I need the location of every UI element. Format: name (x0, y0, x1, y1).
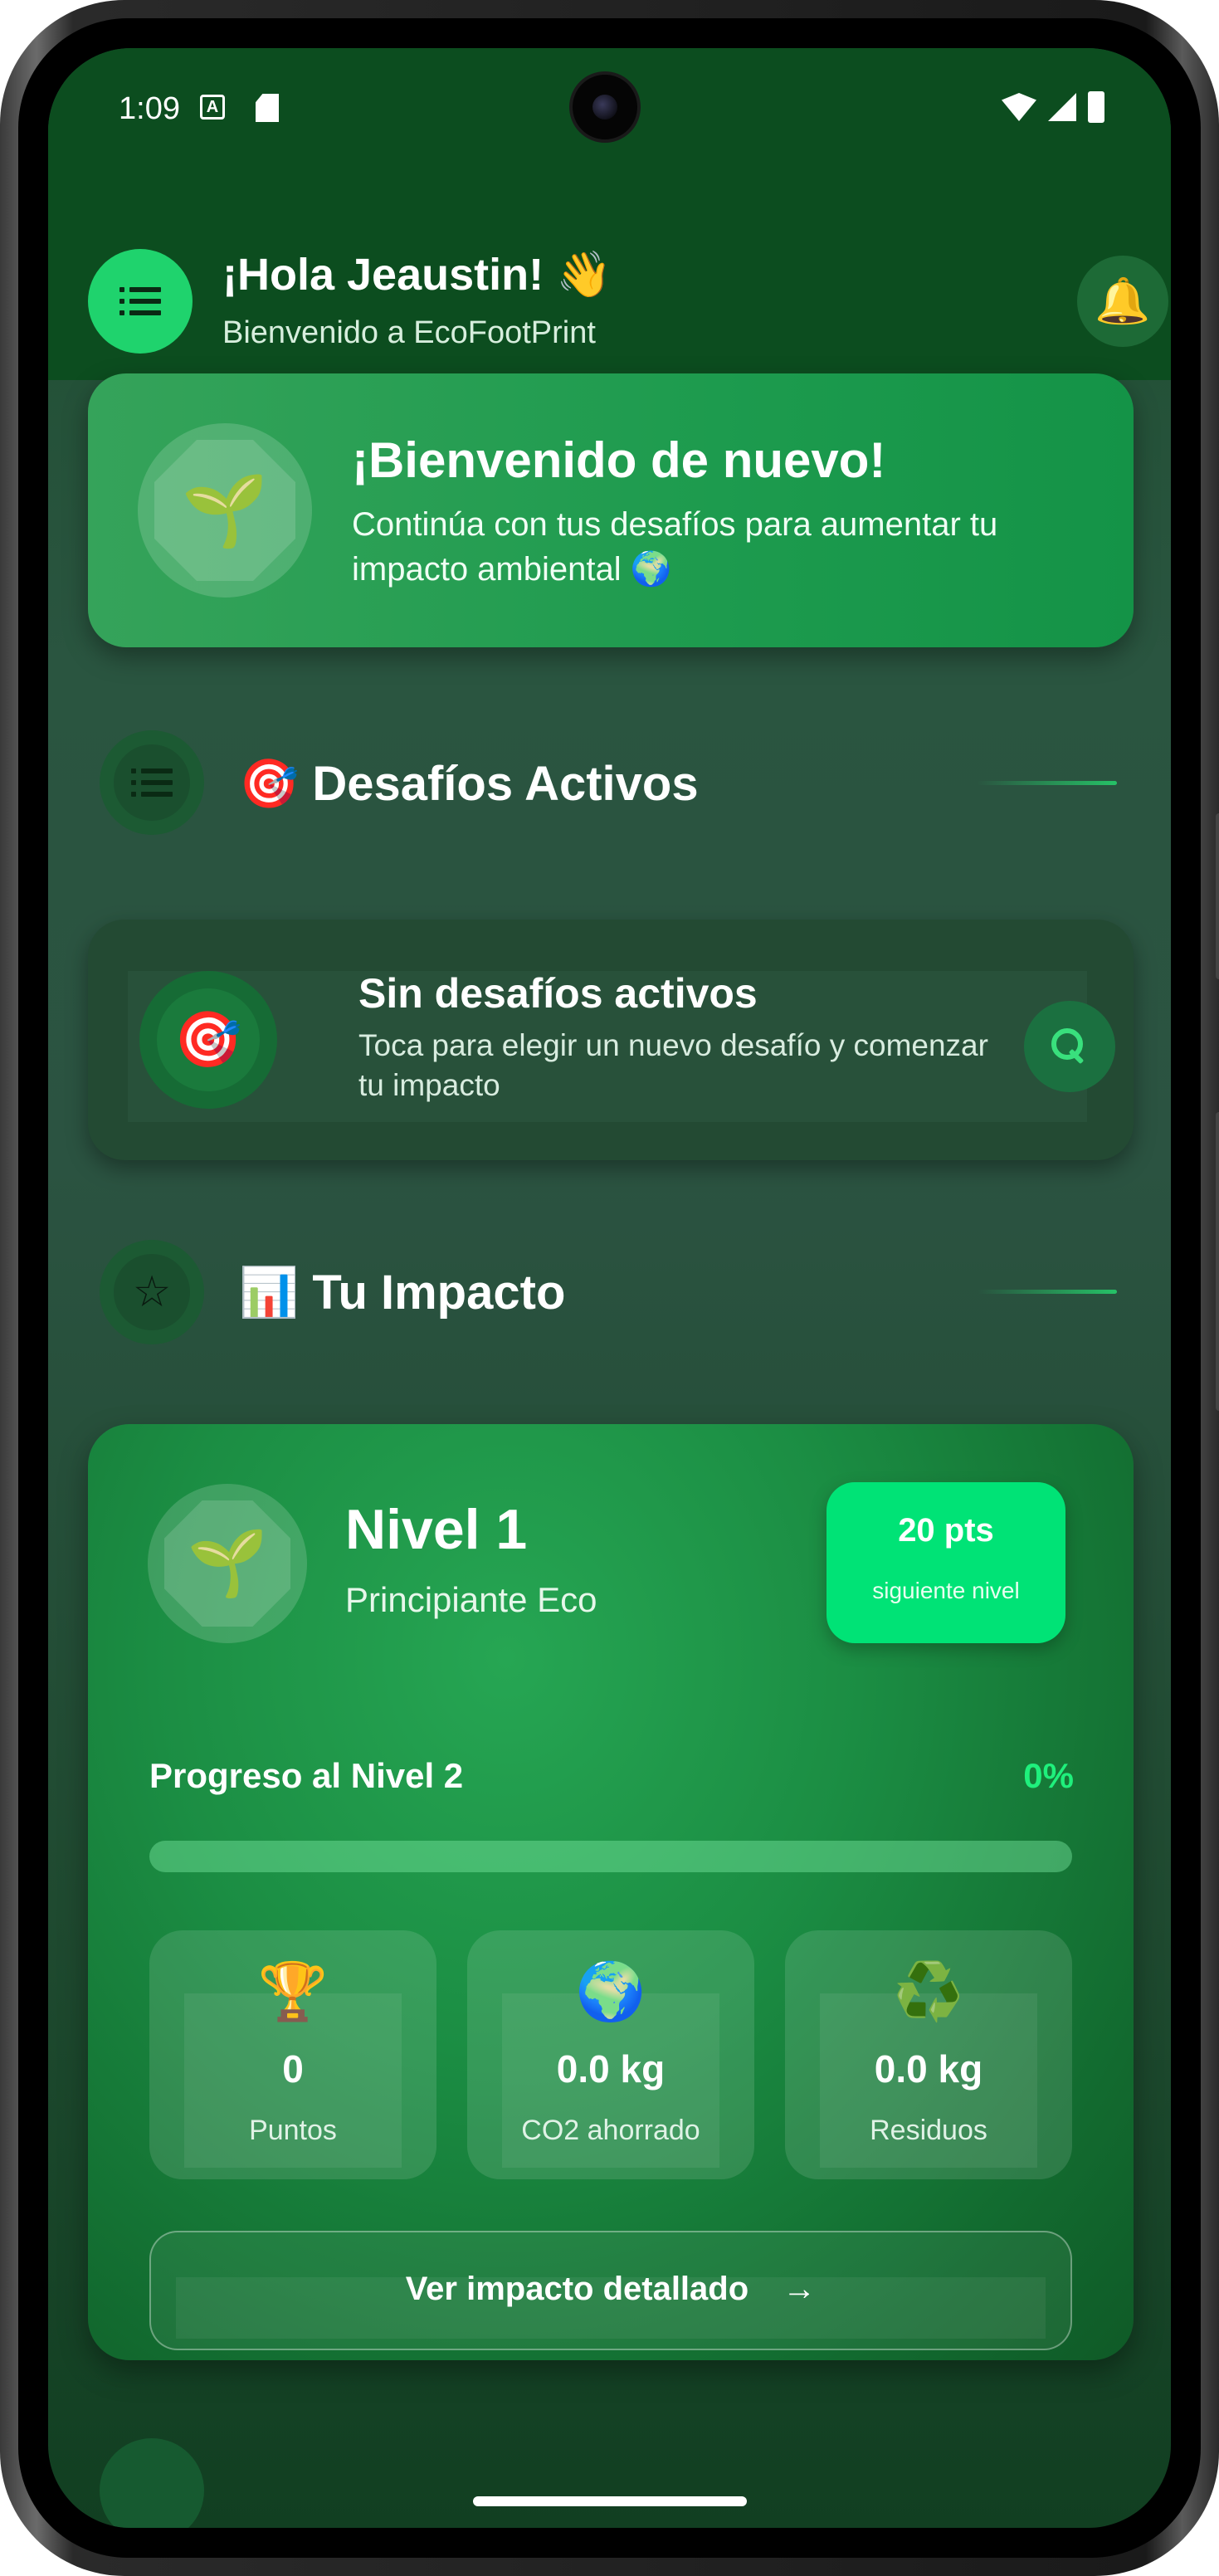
front-camera (569, 71, 641, 143)
challenges-section-icon (100, 730, 204, 835)
welcome-title: ¡Bienvenido de nuevo! (352, 432, 886, 488)
list-icon (119, 287, 161, 315)
power-button (1216, 1112, 1219, 1411)
wifi-icon (1002, 93, 1036, 121)
section-divider (978, 1290, 1117, 1294)
search-icon (1051, 1028, 1088, 1065)
greeting-subtitle: Bienvenido a EcoFootPrint (222, 315, 596, 350)
stat-label: Puntos (249, 2115, 337, 2146)
level-subtitle: Principiante Eco (345, 1580, 597, 1619)
target-icon: 🎯 (173, 1008, 243, 1070)
no-challenges-card[interactable]: 🎯 Sin desafíos activos Toca para elegir … (88, 920, 1134, 1160)
star-icon: ☆ (132, 1268, 172, 1316)
stat-card-points: 🏆 0 Puntos (149, 1930, 436, 2179)
section-divider (978, 781, 1117, 785)
recycle-icon: ♻️ (893, 1960, 964, 2023)
arrow-right-icon: → (783, 2271, 817, 2307)
greeting-title: ¡Hola Jeaustin! 👋 (222, 250, 612, 300)
no-challenges-title: Sin desafíos activos (358, 970, 758, 1017)
trophy-icon: 🏆 (257, 1960, 329, 2023)
impact-card: 🌱 Nivel 1 Principiante Eco 20 pts siguie… (88, 1424, 1134, 2360)
impact-section-title: 📊 Tu Impacto (239, 1266, 566, 1320)
level-title: Nivel 1 (345, 1498, 528, 1561)
list-icon (131, 768, 173, 797)
search-challenges-button[interactable] (1024, 1001, 1115, 1092)
stat-value: 0 (282, 2047, 304, 2091)
level-progress-bar (149, 1841, 1072, 1872)
level-badge: 🌱 (148, 1484, 307, 1643)
impact-section-icon: ☆ (100, 1240, 204, 1344)
globe-icon: 🌍 (575, 1960, 646, 2023)
challenges-section-title: 🎯 Desafíos Activos (239, 757, 699, 811)
status-bar: 1:09 A (48, 48, 1171, 173)
screen: 1:09 A ¡Hola Jeaustin! 👋 Bienvenido a Ec… (48, 48, 1171, 2528)
sprout-badge: 🌱 (138, 423, 312, 598)
stat-card-co2: 🌍 0.0 kg CO2 ahorrado (467, 1930, 754, 2179)
volume-button (1216, 813, 1219, 979)
status-time: 1:09 (119, 91, 180, 126)
home-indicator[interactable] (473, 2496, 747, 2506)
sd-card-icon (256, 94, 279, 122)
stat-label: CO2 ahorrado (521, 2115, 700, 2146)
bell-icon: 🔔 (1095, 276, 1151, 326)
stat-label: Residuos (870, 2115, 987, 2146)
progress-percent: 0% (1023, 1756, 1074, 1795)
view-detailed-impact-button[interactable]: Ver impacto detallado → (149, 2231, 1072, 2350)
menu-button[interactable] (88, 249, 193, 354)
sprout-icon: 🌱 (181, 471, 269, 549)
no-challenges-text: Toca para elegir un nuevo desafío y come… (358, 1028, 988, 1102)
progress-label: Progreso al Nivel 2 (149, 1756, 464, 1795)
a-notification-icon: A (200, 95, 225, 120)
target-badge: 🎯 (139, 971, 277, 1109)
battery-icon (1088, 91, 1104, 123)
notifications-button[interactable]: 🔔 (1077, 256, 1168, 347)
next-section-icon (100, 2438, 204, 2528)
stat-card-waste: ♻️ 0.0 kg Residuos (785, 1930, 1072, 2179)
points-needed-label: siguiente nivel (872, 1578, 1020, 1603)
points-badge: 20 pts siguiente nivel (826, 1482, 1065, 1643)
welcome-card: 🌱 ¡Bienvenido de nuevo! Continúa con tus… (88, 373, 1134, 647)
welcome-text: Continúa con tus desafíos para aumentar … (352, 506, 998, 588)
points-needed: 20 pts (898, 1512, 994, 1549)
sprout-icon: 🌱 (187, 1526, 268, 1599)
signal-icon (1048, 93, 1076, 121)
status-icons (1002, 91, 1104, 123)
stat-value: 0.0 kg (874, 2047, 983, 2091)
detail-button-label: Ver impacto detallado (405, 2271, 749, 2307)
app-header: ¡Hola Jeaustin! 👋 Bienvenido a EcoFootPr… (48, 173, 1171, 380)
phone-frame: 1:09 A ¡Hola Jeaustin! 👋 Bienvenido a Ec… (0, 0, 1219, 2576)
stat-value: 0.0 kg (556, 2047, 666, 2091)
